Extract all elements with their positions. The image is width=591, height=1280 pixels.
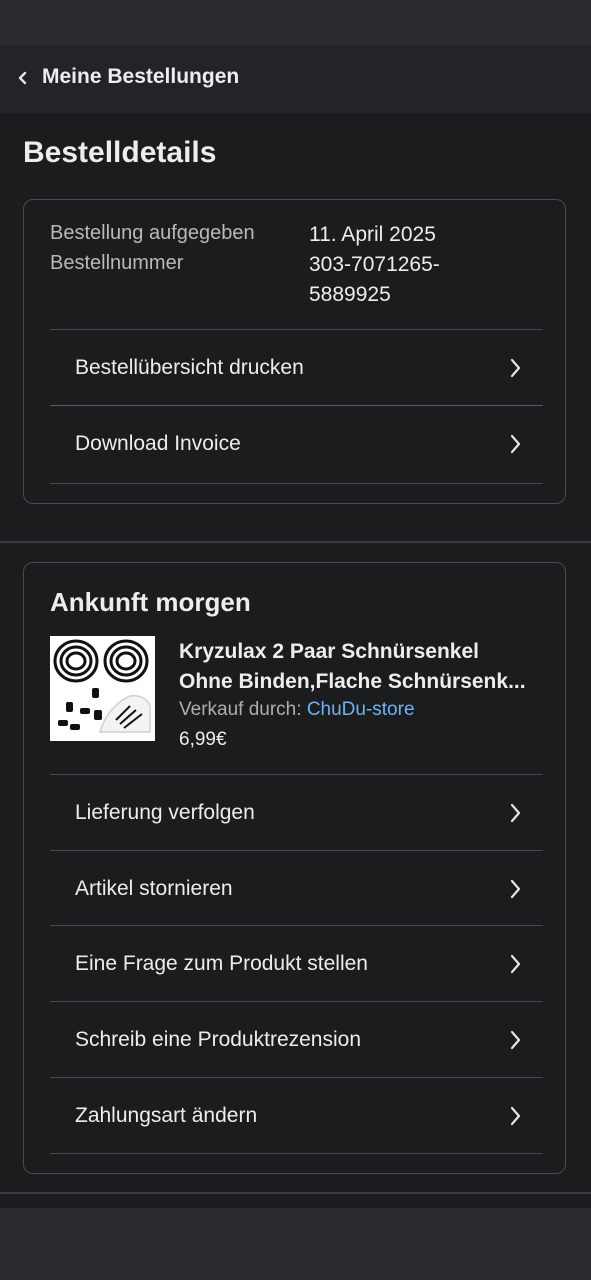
order-info-card: Bestellung aufgegeben 11. April 2025 Bes… (23, 199, 566, 504)
status-bar (0, 0, 591, 45)
print-order-summary-row[interactable]: Bestellübersicht drucken (50, 329, 543, 405)
row-label: Eine Frage zum Produkt stellen (75, 952, 368, 975)
download-invoice-row[interactable]: Download Invoice (50, 405, 543, 481)
divider (50, 1153, 543, 1154)
section-divider (0, 541, 591, 543)
order-number-label: Bestellnummer (50, 252, 184, 274)
nav-bar[interactable]: Meine Bestellungen (0, 45, 591, 113)
row-label: Download Invoice (75, 432, 241, 455)
back-link-my-orders[interactable]: Meine Bestellungen (42, 65, 239, 89)
shipment-card: Ankunft morgen Kryzulax 2 Paar Schnürsen (23, 562, 566, 1174)
page-title: Bestelldetails (23, 136, 217, 169)
row-label: Lieferung verfolgen (75, 801, 255, 824)
product-price: 6,99€ (179, 729, 227, 750)
chevron-right-icon (510, 879, 521, 899)
ask-product-question-row[interactable]: Eine Frage zum Produkt stellen (50, 925, 543, 1001)
seller-line: Verkauf durch: ChuDu-store (179, 699, 415, 721)
product-title[interactable]: Kryzulax 2 Paar Schnürsenkel Ohne Binden… (179, 637, 549, 697)
row-label: Artikel stornieren (75, 877, 233, 900)
chevron-right-icon (510, 803, 521, 823)
chevron-right-icon (510, 1106, 521, 1126)
bottom-bar (0, 1208, 591, 1280)
track-delivery-row[interactable]: Lieferung verfolgen (50, 774, 543, 850)
order-placed-label: Bestellung aufgegeben (50, 222, 255, 244)
seller-prefix: Verkauf durch: (179, 699, 302, 720)
change-payment-row[interactable]: Zahlungsart ändern (50, 1077, 543, 1153)
write-review-row[interactable]: Schreib eine Produktrezension (50, 1001, 543, 1077)
order-number-line1: 303-7071265- (309, 253, 440, 276)
row-label: Bestellübersicht drucken (75, 356, 304, 379)
row-label: Schreib eine Produktrezension (75, 1028, 362, 1051)
chevron-right-icon (510, 434, 521, 454)
chevron-left-icon[interactable] (18, 69, 28, 87)
cancel-item-row[interactable]: Artikel stornieren (50, 850, 543, 926)
product-title-line1[interactable]: Kryzulax 2 Paar Schnürsenkel (179, 637, 549, 667)
seller-link[interactable]: ChuDu-store (307, 699, 415, 720)
product-title-line2[interactable]: Ohne Binden,Flache Schnürsenk... (179, 667, 549, 697)
chevron-right-icon (510, 1030, 521, 1050)
order-placed-date: 11. April 2025 (309, 223, 436, 246)
section-divider (0, 1192, 591, 1194)
order-number-line2: 5889925 (309, 283, 391, 306)
arrival-title: Ankunft morgen (50, 587, 251, 617)
chevron-right-icon (510, 358, 521, 378)
product-image[interactable] (50, 636, 155, 741)
chevron-right-icon (510, 954, 521, 974)
divider (50, 483, 543, 484)
row-label: Zahlungsart ändern (75, 1104, 258, 1127)
